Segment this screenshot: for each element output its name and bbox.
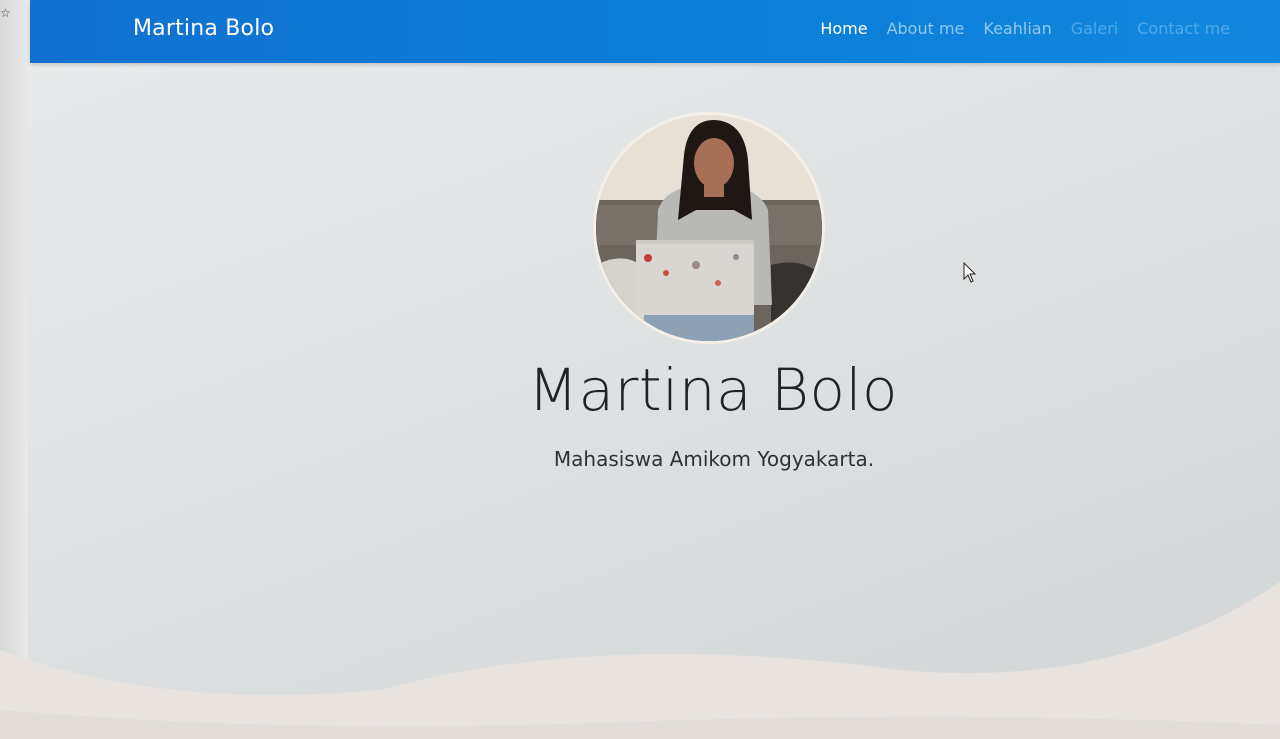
- screen: ☆ Martina Bolo Home About me Keahlian Ga…: [0, 0, 1280, 739]
- hero-subtitle: Mahasiswa Amikom Yogyakarta.: [553, 447, 875, 471]
- nav-link-keahlian[interactable]: Keahlian: [983, 19, 1051, 38]
- hero-wave: [0, 582, 1280, 739]
- navbar: Martina Bolo Home About me Keahlian Gale…: [30, 0, 1280, 63]
- mouse-cursor-icon: [963, 262, 977, 283]
- navbar-brand[interactable]: Martina Bolo: [133, 16, 274, 41]
- profile-photo-icon: [596, 115, 822, 341]
- star-icon: ☆: [0, 6, 11, 20]
- hero-name: Martina Bolo: [527, 356, 899, 424]
- nav-link-home[interactable]: Home: [820, 19, 867, 38]
- nav-link-galeri[interactable]: Galeri: [1071, 19, 1119, 38]
- nav-link-contact-me[interactable]: Contact me: [1137, 19, 1230, 38]
- profile-avatar: [593, 112, 825, 344]
- nav-links: Home About me Keahlian Galeri Contact me: [820, 19, 1230, 38]
- nav-link-about-me[interactable]: About me: [887, 19, 965, 38]
